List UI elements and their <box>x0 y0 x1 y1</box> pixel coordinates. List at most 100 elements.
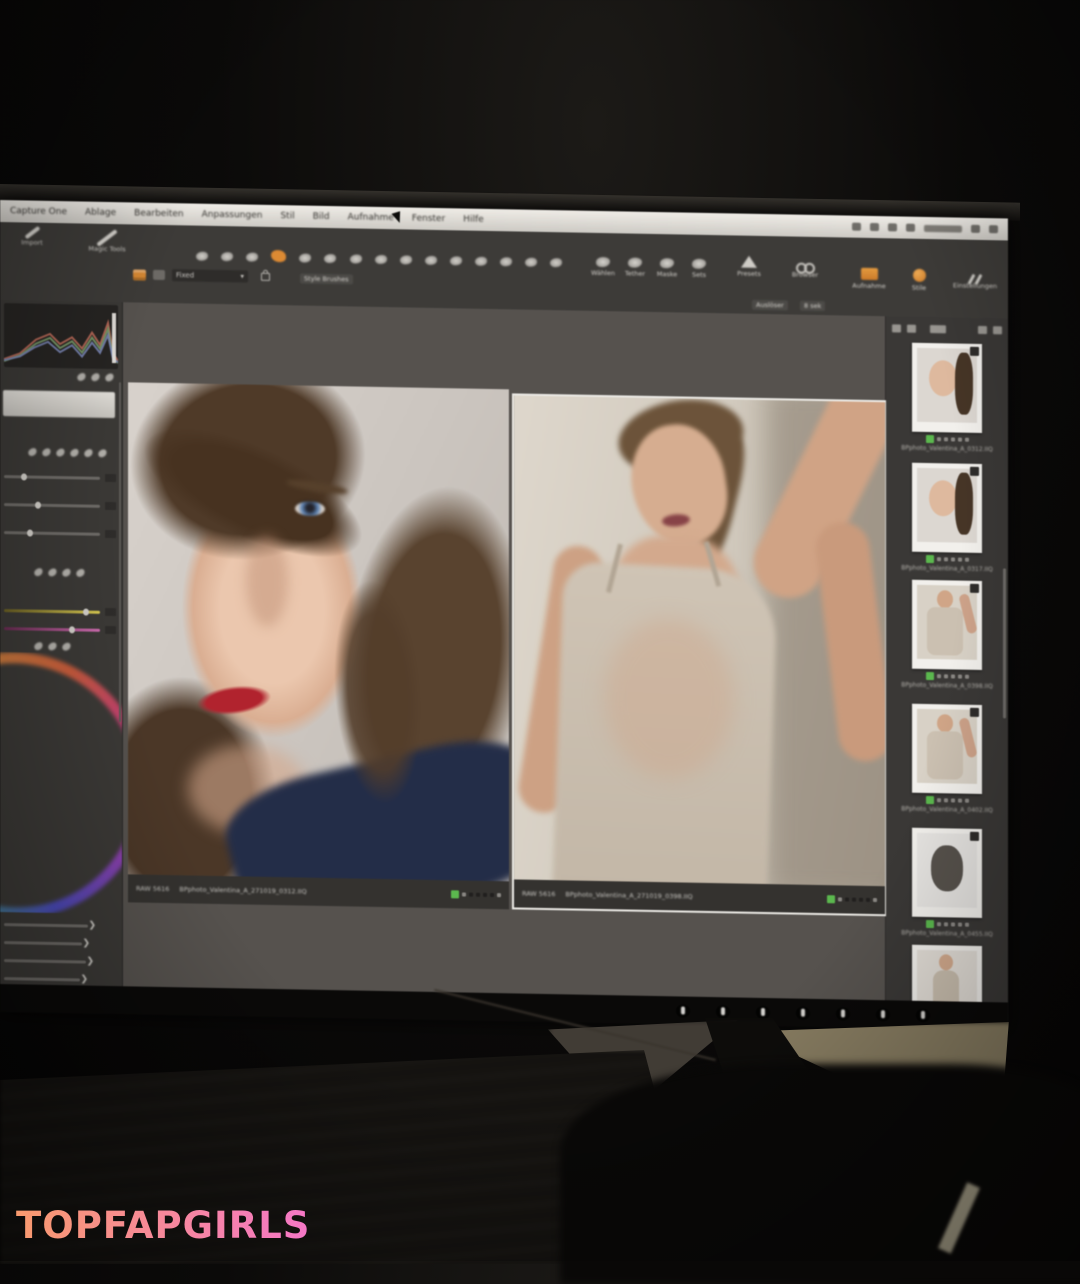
star-icon[interactable] <box>838 897 842 901</box>
green-tag-badge[interactable] <box>926 555 934 563</box>
keyboard-icon[interactable] <box>852 223 861 231</box>
select-tool-icon[interactable] <box>221 252 233 261</box>
search-icon[interactable] <box>978 326 987 334</box>
panel-scrollbar[interactable] <box>119 382 121 722</box>
photo-card-1[interactable]: RAW 5616 BPphoto_Valentina_A_271019_0312… <box>128 382 509 909</box>
heal-tool-icon[interactable] <box>350 254 362 263</box>
histogram-tool-icons[interactable] <box>77 373 114 381</box>
clone-tool-icon[interactable] <box>375 255 387 264</box>
star-icon[interactable] <box>866 898 870 902</box>
rotate-tool-icon[interactable] <box>299 253 311 262</box>
photo-card-2-selected[interactable]: RAW 5616 BPphoto_Valentina_A_271019_0398… <box>514 395 885 914</box>
filmstrip-thumb-1[interactable]: BPphoto_Valentina_A_0312.IIQ <box>886 342 1008 453</box>
slider-saturation[interactable] <box>4 604 116 618</box>
capture-folder-button[interactable]: Aufnahme <box>842 267 896 290</box>
thumb-3-rating[interactable] <box>886 671 1008 681</box>
slider-structure[interactable]: ❯ <box>4 936 90 950</box>
star-icon[interactable] <box>462 892 466 896</box>
photo-1-image[interactable] <box>128 382 509 881</box>
chevron-right-icon[interactable]: ❯ <box>80 974 88 984</box>
base-characteristics-bar[interactable] <box>3 390 115 418</box>
menu-item-adjustments[interactable]: Anpassungen <box>202 210 263 221</box>
sets-button[interactable]: Sets <box>684 259 714 280</box>
filmstrip-thumb-2[interactable]: BPphoto_Valentina_A_0317.IIQ <box>886 462 1008 573</box>
search-icon[interactable] <box>971 225 980 233</box>
magic-tools-button[interactable]: Magic Tools <box>72 235 142 253</box>
slider-brightness[interactable] <box>4 526 116 540</box>
mask-button[interactable]: Maske <box>652 258 682 279</box>
star-icon[interactable] <box>490 893 494 897</box>
thumb-5-rating[interactable] <box>886 919 1008 929</box>
green-tag-badge[interactable] <box>926 796 934 804</box>
chevron-right-icon[interactable]: ❯ <box>86 957 94 967</box>
grid-view-button[interactable] <box>133 269 146 280</box>
color-tag-icon[interactable] <box>873 898 877 902</box>
star-icon[interactable] <box>859 898 863 902</box>
star-icon[interactable] <box>469 893 473 897</box>
star-icon[interactable] <box>476 893 480 897</box>
thumb-1-rating[interactable] <box>886 434 1008 444</box>
menu-item-app[interactable]: Capture One <box>10 206 67 217</box>
color-tag-icon[interactable] <box>497 893 501 897</box>
radial-mask-tool-icon[interactable] <box>475 257 487 266</box>
menu-item-help[interactable]: Hilfe <box>463 214 483 224</box>
grid-view-icon[interactable] <box>892 324 901 332</box>
spot-tool-icon[interactable] <box>525 258 537 267</box>
star-icon[interactable] <box>852 898 856 902</box>
presets-button[interactable]: Presets <box>722 255 776 278</box>
slider-contrast[interactable] <box>4 498 116 512</box>
color-balance-wheel[interactable] <box>0 652 122 914</box>
straighten-tool-icon[interactable] <box>324 254 336 263</box>
pan-tool-icon[interactable] <box>196 252 208 261</box>
settings-button[interactable]: Einstellungen <box>944 269 1006 290</box>
wifi-icon[interactable] <box>906 224 915 232</box>
menu-item-window[interactable]: Fenster <box>412 214 445 225</box>
lock-icon[interactable] <box>261 273 270 281</box>
crop-tool-icon-active[interactable] <box>271 250 286 262</box>
shutter-label[interactable]: Auslöser <box>752 300 788 311</box>
list-view-icon[interactable] <box>907 325 916 333</box>
slider-tint[interactable] <box>4 622 116 636</box>
annotate-tool-icon[interactable] <box>550 258 562 267</box>
zoom-tool-icon[interactable] <box>246 253 258 262</box>
photo-2-image[interactable] <box>514 395 885 886</box>
control-center-icon[interactable] <box>989 225 998 233</box>
tether-button[interactable]: Tether <box>620 257 650 278</box>
photo-1-rating[interactable] <box>451 890 501 899</box>
filmstrip-scrollbar[interactable] <box>1003 568 1006 718</box>
photo-2-rating[interactable] <box>827 895 877 904</box>
gradient-mask-tool-icon[interactable] <box>450 256 462 265</box>
star-icon[interactable] <box>483 893 487 897</box>
green-tag-badge[interactable] <box>926 435 934 443</box>
green-tag-badge[interactable] <box>827 895 835 903</box>
sort-icon[interactable] <box>930 325 946 333</box>
slider-exposure[interactable] <box>4 470 116 484</box>
menu-item-style[interactable]: Stil <box>280 211 294 221</box>
filmstrip-thumb-3[interactable]: BPphoto_Valentina_A_0398.IIQ <box>886 579 1008 690</box>
menu-item-capture[interactable]: Aufnahme <box>348 212 394 223</box>
import-button[interactable]: Import <box>2 230 62 247</box>
green-tag-badge[interactable] <box>451 890 459 898</box>
styles-button[interactable]: Stile <box>892 268 946 292</box>
thumb-2-rating[interactable] <box>886 554 1008 564</box>
green-tag-badge[interactable] <box>926 672 934 680</box>
filter-icon[interactable] <box>993 326 1002 334</box>
loupe-view-button[interactable] <box>153 270 165 280</box>
chevron-right-icon[interactable]: ❯ <box>82 939 90 949</box>
white-balance-tools[interactable] <box>28 449 107 457</box>
browser-button[interactable]: Browser <box>778 258 832 279</box>
menu-item-file[interactable]: Ablage <box>85 208 116 219</box>
menu-item-image[interactable]: Bild <box>313 212 330 222</box>
color-balance-tools[interactable] <box>34 569 85 577</box>
star-icon[interactable] <box>845 897 849 901</box>
filmstrip-thumb-5[interactable]: BPphoto_Valentina_A_0455.IIQ <box>886 827 1008 938</box>
zoom-dropdown[interactable]: Fixed ▾ <box>172 269 248 282</box>
filmstrip-thumb-4[interactable]: BPphoto_Valentina_A_0402.IIQ <box>886 703 1008 814</box>
green-tag-badge[interactable] <box>926 920 934 928</box>
wheel-tools[interactable] <box>34 643 71 651</box>
color-picker-tool-icon[interactable] <box>500 257 512 266</box>
select-variants-button[interactable]: Wählen <box>588 257 618 278</box>
display-icon[interactable] <box>870 223 879 231</box>
slider-dehaze[interactable]: ❯ <box>4 954 94 968</box>
chevron-right-icon[interactable]: ❯ <box>88 921 96 931</box>
